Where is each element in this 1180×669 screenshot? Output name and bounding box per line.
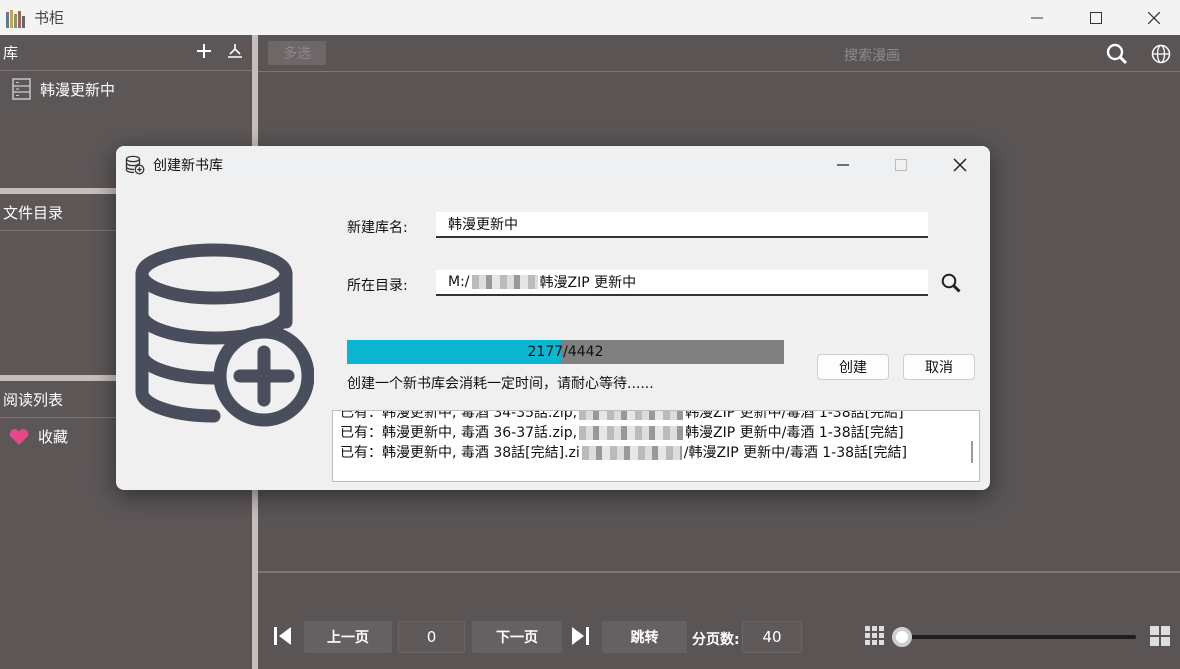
progress-bar: 2177/4442 xyxy=(347,340,784,364)
minimize-icon xyxy=(1031,17,1043,18)
dialog-minimize-button[interactable] xyxy=(814,146,872,184)
log-scrollbar[interactable] xyxy=(971,441,973,463)
directory-input[interactable]: M:/ 韩漫ZIP 更新中 xyxy=(436,270,928,296)
add-library-icon[interactable] xyxy=(196,43,212,63)
progress-text: 2177/4442 xyxy=(527,344,604,360)
dialog-close-button[interactable] xyxy=(931,146,989,184)
minimize-icon xyxy=(837,164,849,166)
page-number-field[interactable]: 0 xyxy=(398,621,465,653)
blurred-path-segment xyxy=(581,446,682,460)
library-header-label: 库 xyxy=(3,44,19,62)
per-page-label: 分页数: xyxy=(692,632,740,648)
library-name-input[interactable]: 韩漫更新中 xyxy=(436,212,928,238)
database-add-illustration xyxy=(134,242,315,436)
dialog-titlebar: 创建新书库 xyxy=(116,146,990,184)
next-page-button[interactable]: 下一页 xyxy=(472,621,562,653)
heart-icon xyxy=(9,428,29,445)
library-item[interactable]: 韩漫更新中 xyxy=(12,78,115,100)
small-grid-icon[interactable] xyxy=(864,625,886,651)
top-toolbar: 多选 搜索漫画 xyxy=(258,35,1180,72)
maximize-icon xyxy=(895,159,907,171)
cancel-button[interactable]: 取消 xyxy=(903,354,975,380)
jump-button[interactable]: 跳转 xyxy=(602,621,687,653)
content-bottom-divider xyxy=(258,571,1180,573)
minimize-button[interactable] xyxy=(1008,0,1066,35)
maximize-icon xyxy=(1090,11,1102,24)
blurred-path-segment xyxy=(579,411,684,420)
zoom-slider-handle[interactable] xyxy=(892,627,912,647)
maximize-button[interactable] xyxy=(1067,0,1125,35)
close-icon xyxy=(1148,11,1160,24)
directory-suffix: 韩漫ZIP 更新中 xyxy=(539,275,637,291)
close-icon xyxy=(953,158,967,172)
blurred-path-segment xyxy=(471,275,538,289)
search-icon[interactable] xyxy=(1106,43,1128,69)
log-output[interactable]: 已有：韩漫更新中, 毒酒 34-35話.zip, 韩漫ZIP 更新中/毒酒 1-3… xyxy=(332,410,980,482)
create-library-dialog: 创建新书库 新建库名: 韩漫更新中 所在目录: M:/ 韩漫ZIP 更新中 21… xyxy=(116,146,990,490)
browse-directory-button[interactable] xyxy=(939,271,963,295)
server-icon xyxy=(12,78,31,100)
per-page-field[interactable]: 40 xyxy=(742,621,802,653)
wait-hint-text: 创建一个新书库会消耗一定时间，请耐心等待...... xyxy=(347,376,654,392)
directory-label: 所在目录: xyxy=(347,278,408,294)
prev-page-button[interactable]: 上一页 xyxy=(304,621,392,653)
create-button[interactable]: 创建 xyxy=(817,354,889,380)
library-header-actions xyxy=(196,43,244,63)
multi-select-button[interactable]: 多选 xyxy=(268,41,326,65)
log-line: 已有：韩漫更新中, 毒酒 36-37話.zip, 韩漫ZIP 更新中/毒酒 1-3… xyxy=(340,425,904,441)
library-name-label: 新建库名: xyxy=(347,220,408,236)
log-line: 已有：韩漫更新中, 毒酒 38話[完結].zi/韩漫ZIP 更新中/毒酒 1-3… xyxy=(340,445,907,461)
window-titlebar: 书柜 xyxy=(0,0,1180,35)
large-grid-icon[interactable] xyxy=(1149,625,1171,651)
library-item-label: 韩漫更新中 xyxy=(40,80,116,99)
directory-prefix: M:/ xyxy=(448,274,470,290)
reading-list-item-label: 收藏 xyxy=(38,428,69,446)
last-page-icon[interactable] xyxy=(569,625,591,651)
zoom-slider-track[interactable] xyxy=(904,635,1136,639)
dialog-maximize-button xyxy=(872,146,930,184)
log-line: 已有：韩漫更新中, 毒酒 34-35話.zip, 韩漫ZIP 更新中/毒酒 1-3… xyxy=(333,411,979,423)
search-input[interactable]: 搜索漫画 xyxy=(844,45,900,65)
window-title: 书柜 xyxy=(34,9,65,27)
search-icon xyxy=(941,273,961,293)
file-dir-header-label: 文件目录 xyxy=(3,204,64,222)
first-page-icon[interactable] xyxy=(272,625,294,651)
import-library-icon[interactable] xyxy=(226,43,244,63)
blurred-path-segment xyxy=(579,426,684,440)
bookshelf-app-icon xyxy=(6,8,26,28)
dialog-title: 创建新书库 xyxy=(153,158,223,174)
pagination-bar: 上一页 0 下一页 跳转 分页数: 40 xyxy=(258,617,1180,657)
globe-icon[interactable] xyxy=(1151,44,1171,68)
database-add-icon xyxy=(125,155,145,175)
close-button[interactable] xyxy=(1125,0,1180,35)
reading-list-item[interactable]: 收藏 xyxy=(8,426,68,447)
reading-list-header-label: 阅读列表 xyxy=(3,391,64,409)
